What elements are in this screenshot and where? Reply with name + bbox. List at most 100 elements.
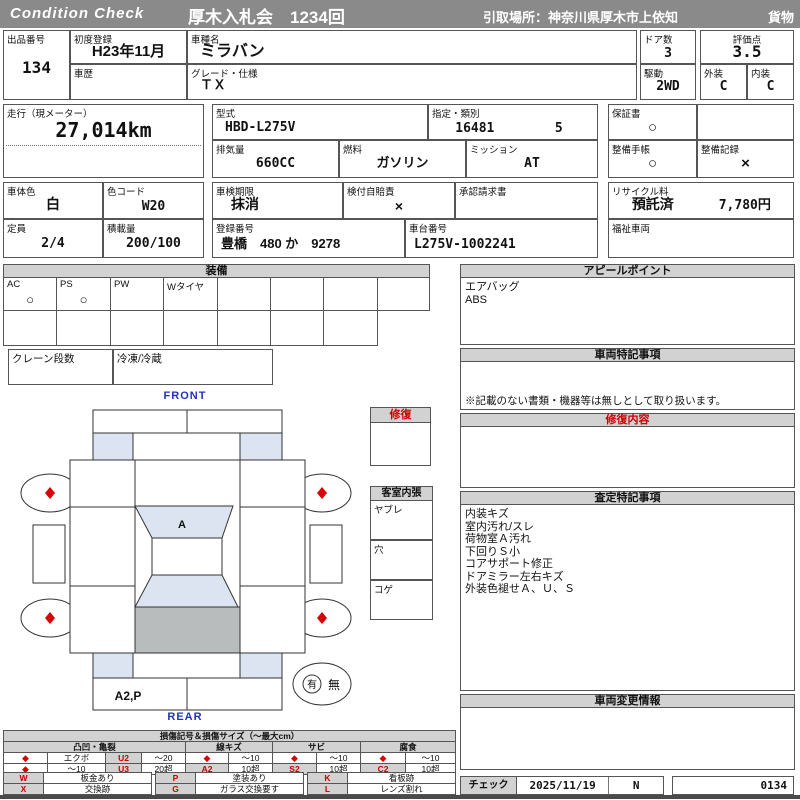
cell-warranty-book: 保証書 ○	[608, 104, 697, 140]
legend-group-dents: 凸凹・亀裂	[3, 741, 186, 753]
legend-code-p: P	[155, 772, 196, 784]
cell-insurance: 検付自賠責 ×	[343, 182, 455, 219]
cell-maintenance-record: 整備記録 ×	[697, 140, 794, 178]
auction-title: 厚木入札会 1234回	[188, 8, 345, 27]
change-info-body	[460, 707, 795, 770]
doors-value: 3	[664, 46, 672, 61]
cabin-burn-label: コゲ	[374, 585, 394, 596]
body-color-value: 白	[46, 196, 60, 212]
warranty-book-label: 保証書	[612, 109, 641, 120]
rear-lower-panel	[132, 652, 241, 679]
title-bar: Condition Check 厚木入札会 1234回 引取場所：神奈川県厚木市…	[0, 0, 800, 28]
legend-diamond-icon: ◆	[3, 752, 48, 764]
maintenance-record-label: 整備記録	[701, 145, 740, 156]
equipment-empty-cell	[377, 277, 430, 311]
roof-panel	[151, 537, 223, 576]
assessment-line: 下回りＳ小	[465, 545, 520, 558]
legend-group-rust: サビ	[272, 741, 361, 753]
check-label: チェック	[460, 776, 517, 795]
check-box: 2025/11/19 N	[516, 776, 664, 795]
front-bumper-left	[92, 409, 188, 434]
cell-crane: クレーン段数	[8, 349, 113, 385]
fridge-label: 冷凍/冷蔵	[117, 353, 162, 365]
cell-reg-number: 登録番号 豊橋 480 か 9278	[212, 219, 405, 258]
front-fender-left-glass	[92, 432, 134, 461]
insurance-value: ×	[394, 198, 404, 214]
legend-code-k: K	[307, 772, 348, 784]
windshield-damage-code: A	[178, 519, 186, 531]
warranty-book-value: ○	[647, 119, 658, 136]
drive-label: 駆動	[644, 69, 664, 80]
hood-panel	[132, 432, 241, 461]
equipment-ps-value: ○	[79, 292, 88, 307]
equipment-empty-cell	[163, 310, 218, 346]
cell-mileage: 走行（現メーター） 27,014km	[3, 104, 204, 178]
equipment-ps-label: PS	[60, 279, 73, 290]
chassis-no-label: 車台番号	[409, 224, 448, 235]
inspection-value: 抹消	[231, 196, 259, 212]
equipment-empty-cell	[217, 310, 271, 346]
equipment-empty-cell	[270, 310, 324, 346]
cell-color-code: 色コード W20	[103, 182, 204, 219]
appeal-header: アピールポイント	[460, 264, 795, 278]
damage-legend-table: 損傷記号＆損傷サイズ（〜最大cm） 凸凹・亀裂 線キズ サビ 腐食 ◆ エクボ …	[2, 730, 457, 775]
assessment-line: 内装キズ	[465, 508, 509, 520]
front-label: FRONT	[163, 390, 207, 402]
legend-code-desc: レンズ割れ	[347, 783, 456, 795]
legend-diamond-icon: ◆	[272, 752, 317, 764]
exterior-grade-label: 外装	[704, 69, 724, 80]
cabin-trim-hole: 穴	[370, 540, 433, 580]
mileage-value: 27,014km	[55, 118, 152, 142]
cell-class-no: 指定・類別 16481 5	[428, 104, 598, 140]
color-code-value: W20	[141, 199, 166, 214]
rear-gate-panel	[134, 606, 241, 654]
recycle-fee-values: 預託済 7,780円	[609, 194, 793, 214]
spare-presence-oval	[292, 662, 352, 706]
transmission-value: AT	[524, 156, 540, 171]
equipment-cell-ps: PS ○	[56, 277, 111, 311]
repair-detail-header: 修復内容	[460, 413, 795, 427]
transmission-label: ミッション	[470, 145, 518, 156]
legend-code-desc: 看板跡	[347, 772, 456, 784]
auction-condition-sheet: Condition Check 厚木入札会 1234回 引取場所：神奈川県厚木市…	[0, 0, 800, 800]
chassis-no-value: L275V-1002241	[414, 237, 516, 252]
cell-recycle-fee: リサイクル料 預託済 7,780円	[608, 182, 794, 219]
cell-drive: 駆動 2WD	[640, 64, 696, 100]
cell-score: 評価点 3.5	[700, 30, 794, 64]
cell-displacement: 排気量 660CC	[212, 140, 339, 178]
rear-corner-left-glass	[92, 652, 134, 679]
cell-chassis-no: 車台番号 L275V-1002241	[405, 219, 598, 258]
assessment-body: 内装キズ 室内汚れ/スレ 荷物室Ａ汚れ 下回りＳ小 コアサポート修正 ドアミラー…	[460, 504, 795, 691]
legend-title: 損傷記号＆損傷サイズ（〜最大cm）	[2, 730, 457, 742]
legend-group-scratch: 線キズ	[185, 741, 273, 753]
legend-cell: エクボ	[47, 752, 106, 764]
rear-label: REAR	[167, 711, 203, 723]
cell-lot-no: 出品番号 134	[3, 30, 70, 100]
cell-grade: グレード・仕様 ＴＸ	[187, 64, 637, 100]
legend-code-x: X	[3, 783, 44, 795]
sheet-no-box: 0134	[672, 776, 794, 795]
cell-interior-grade: 内装 C	[747, 64, 794, 100]
vehicle-category: 貨物	[767, 10, 794, 25]
legend-code-desc: ガラス交換要す	[195, 783, 304, 795]
approval-request-label: 承認請求書	[459, 187, 507, 198]
appeal-line: エアバッグ	[465, 281, 520, 293]
equipment-ac-label: AC	[7, 279, 21, 290]
class-no-label: 指定・類別	[432, 109, 480, 120]
change-info-header: 車両変更情報	[460, 694, 795, 708]
legend-code-l: L	[307, 783, 348, 795]
vehicle-notes-body: ※記載のない書類・機器等は無しとして取り扱います。	[460, 361, 795, 410]
assessment-line: 室内汚れ/スレ	[465, 520, 535, 533]
cabin-trim-burn: コゲ	[370, 580, 433, 620]
assessment-line: コアサポート修正	[465, 558, 553, 570]
cabin-trim-tear: ヤブレ	[370, 500, 433, 540]
welfare-label: 福祉車両	[612, 224, 651, 235]
legend-cell: 〜10	[228, 752, 273, 764]
equipment-empty-cell	[3, 310, 57, 346]
history-label: 車歴	[74, 69, 94, 80]
left-side-step	[32, 524, 66, 584]
cell-blank	[697, 104, 794, 140]
appeal-body: エアバッグ ABS	[460, 277, 795, 345]
cell-capacity: 定員 2/4	[3, 219, 103, 258]
load-capacity-value: 200/100	[126, 236, 181, 251]
